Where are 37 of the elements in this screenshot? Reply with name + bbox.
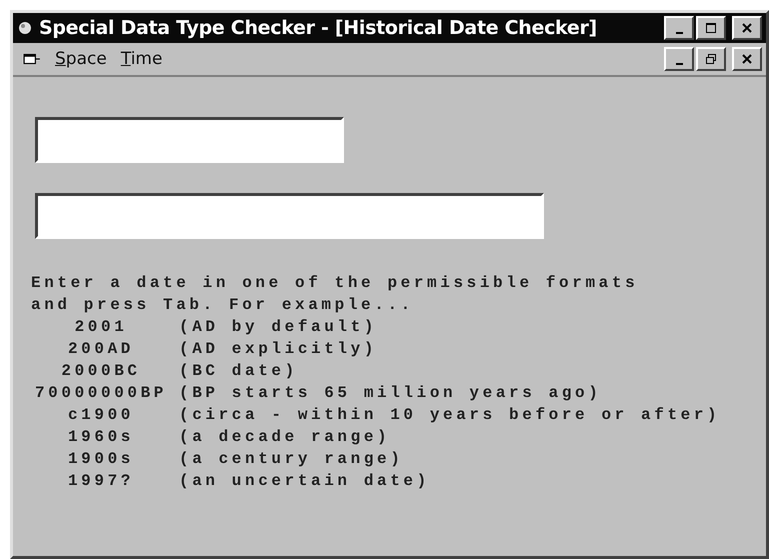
restore-button[interactable] xyxy=(696,47,726,71)
example-description: (circa - within 10 years before or after) xyxy=(179,405,720,426)
minimize-button[interactable] xyxy=(664,47,694,71)
window-title: Special Data Type Checker - [Historical Date Checker] xyxy=(39,17,597,39)
maximize-icon xyxy=(705,22,717,34)
example-description: (BC date) xyxy=(179,361,298,382)
close-button[interactable] xyxy=(732,47,762,71)
example-date: 1960s xyxy=(66,427,135,448)
menu-item[interactable]: Time xyxy=(120,49,162,69)
maximize-button[interactable] xyxy=(696,16,726,40)
example-description: (a decade range) xyxy=(179,427,390,448)
menu-item[interactable]: Space xyxy=(55,49,107,69)
example-date: 200AD xyxy=(66,339,135,360)
example-description: (BP starts 65 million years ago) xyxy=(179,383,602,404)
example-date: 70000000BP xyxy=(34,383,168,404)
minimize-button[interactable] xyxy=(664,16,694,40)
close-icon xyxy=(741,22,753,34)
example-date: 2000BC xyxy=(60,361,142,382)
input-field[interactable] xyxy=(35,193,544,239)
instruction-text: and press Tab. For example... xyxy=(31,295,415,316)
restore-icon xyxy=(705,53,717,65)
document-icon[interactable] xyxy=(23,51,41,67)
minimize-icon xyxy=(676,62,682,64)
instruction-text: Enter a date in one of the permissible formats xyxy=(31,273,640,294)
input-field[interactable] xyxy=(35,117,344,163)
example-description: (an uncertain date) xyxy=(179,471,430,492)
app-icon xyxy=(17,20,33,36)
close-button[interactable] xyxy=(732,16,762,40)
minimize-icon xyxy=(676,32,682,34)
example-date: 1900s xyxy=(66,449,135,470)
example-description: (AD explicitly) xyxy=(179,339,378,360)
example-description: (AD by default) xyxy=(179,317,378,338)
example-date: c1900 xyxy=(66,405,135,426)
example-date: 2001 xyxy=(74,317,128,338)
example-description: (a century range) xyxy=(179,449,404,470)
example-date: 1997? xyxy=(66,471,135,492)
close-icon xyxy=(741,53,753,65)
